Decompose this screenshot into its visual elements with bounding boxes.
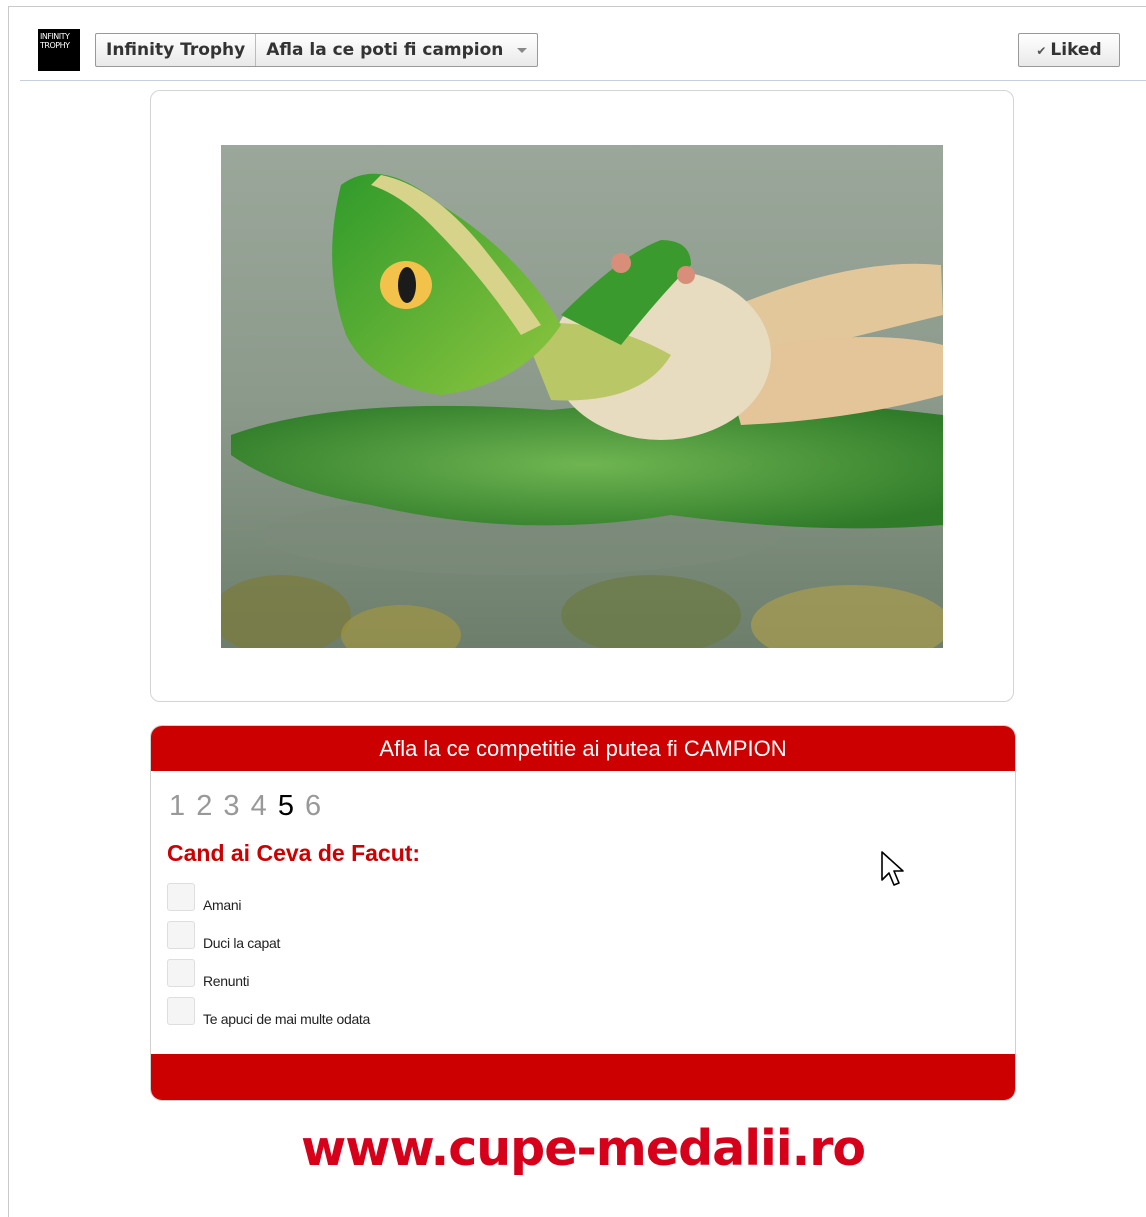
liked-label: Liked: [1050, 40, 1102, 60]
logo-text-line-1: INFINITY: [40, 32, 70, 41]
frog-photo: [221, 145, 943, 648]
breadcrumb: Infinity Trophy Afla la ce poti fi campi…: [95, 33, 539, 67]
page-number[interactable]: 2: [196, 790, 212, 822]
liked-button[interactable]: ✔ Liked: [1018, 33, 1120, 67]
answer-checkbox[interactable]: [167, 883, 195, 911]
answer-label: Renunti: [203, 973, 250, 989]
image-card: [150, 90, 1014, 702]
page-number[interactable]: 4: [251, 790, 267, 822]
quiz-title: Afla la ce competitie ai putea fi CAMPIO…: [151, 726, 1015, 771]
page-number[interactable]: 1: [169, 790, 185, 822]
answer-checkbox[interactable]: [167, 959, 195, 987]
check-icon: ✔: [1036, 44, 1047, 58]
breadcrumb-page-link[interactable]: Infinity Trophy: [96, 34, 255, 66]
page-number-current[interactable]: 5: [278, 790, 294, 822]
answer-label: Amani: [203, 897, 242, 913]
site-url[interactable]: www.cupe-medalii.ro: [0, 1120, 1146, 1177]
breadcrumb-tab-label: Afla la ce poti fi campion: [266, 40, 504, 60]
quiz-footer-bar: [151, 1054, 1015, 1100]
page-number[interactable]: 3: [223, 790, 239, 822]
page-logo[interactable]: INFINITY TROPHY: [38, 29, 80, 71]
quiz-card: Afla la ce competitie ai putea fi CAMPIO…: [150, 725, 1016, 1101]
answer-label: Te apuci de mai multe odata: [203, 1011, 371, 1027]
question-text: Cand ai Ceva de Facut:: [167, 840, 421, 866]
answer-checkbox[interactable]: [167, 921, 195, 949]
chevron-down-icon: [517, 47, 528, 53]
mouse-cursor-icon: [881, 851, 904, 886]
page-header: INFINITY TROPHY Infinity Trophy Afla la …: [20, 20, 1146, 81]
answer-label: Duci la capat: [203, 935, 281, 951]
answer-checkbox[interactable]: [167, 997, 195, 1025]
quiz-pager: 1 2 3 4 5 6: [169, 790, 324, 823]
breadcrumb-tab-dropdown[interactable]: Afla la ce poti fi campion: [255, 34, 537, 66]
page-number[interactable]: 6: [305, 790, 321, 822]
logo-text-line-2: TROPHY: [40, 41, 70, 50]
